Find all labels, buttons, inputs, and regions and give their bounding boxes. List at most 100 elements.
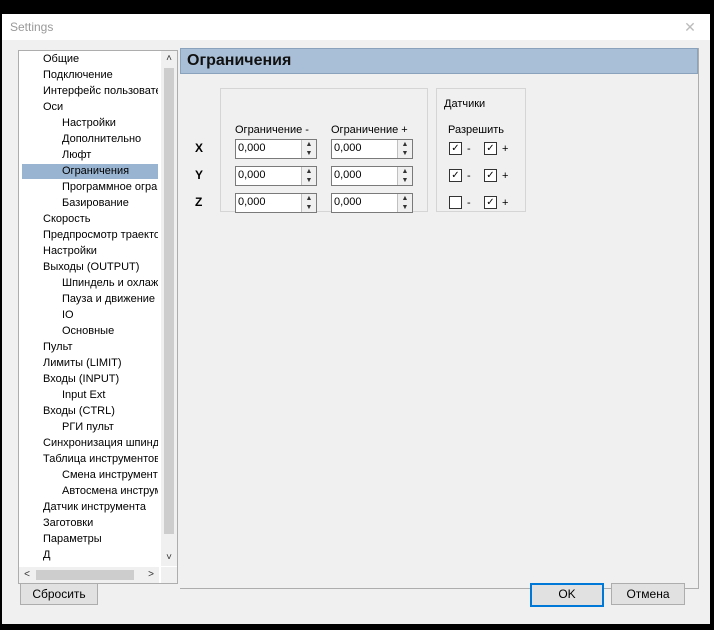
spin-up-icon[interactable]: ▲ <box>302 167 316 176</box>
tree-item[interactable]: Оси <box>21 100 158 115</box>
sensor-plus-checkbox[interactable]: ✓ <box>484 142 497 155</box>
panel-title: Ограничения <box>187 52 292 69</box>
spin-buttons[interactable]: ▲ ▼ <box>397 140 412 158</box>
sensor-minus-label: - <box>467 170 471 182</box>
sensor-plus-checkbox[interactable]: ✓ <box>484 169 497 182</box>
tree-item[interactable]: Общие <box>21 52 158 67</box>
close-icon[interactable]: ✕ <box>682 18 698 36</box>
tree-item[interactable]: Интерфейс пользовате <box>21 84 158 99</box>
tree-item[interactable]: Программное огра <box>22 180 158 195</box>
tree-item[interactable]: Датчик инструмента <box>21 500 158 515</box>
sensors-title: Датчики <box>444 98 486 110</box>
sensor-plus-checkbox[interactable]: ✓ <box>484 196 497 209</box>
settings-window: Settings ✕ Общие Подключение Интерфейс пол… <box>2 14 710 624</box>
limit-max-value[interactable]: 0,000 <box>334 196 362 208</box>
scroll-left-icon[interactable]: < <box>19 567 35 583</box>
limit-min-value[interactable]: 0,000 <box>238 196 266 208</box>
spin-down-icon[interactable]: ▼ <box>302 203 316 212</box>
tree-item[interactable]: Заготовки <box>21 516 158 531</box>
tree-item[interactable]: Настройки <box>21 244 158 259</box>
scrollbar-corner <box>161 567 177 583</box>
tree-item[interactable]: IO <box>22 308 158 323</box>
vertical-scroll-thumb[interactable] <box>164 68 174 534</box>
limit-min-input[interactable]: 0,000 ▲ ▼ <box>235 166 317 186</box>
limit-max-input[interactable]: 0,000 ▲ ▼ <box>331 193 413 213</box>
sensor-minus-label: - <box>467 197 471 209</box>
tree-item[interactable]: Скорость <box>21 212 158 227</box>
tree-item[interactable]: Базирование <box>22 196 158 211</box>
spin-down-icon[interactable]: ▼ <box>398 203 412 212</box>
spin-up-icon[interactable]: ▲ <box>398 140 412 149</box>
tree-vertical-scrollbar[interactable]: ˄ ˅ <box>161 51 177 566</box>
tree-item[interactable]: Настройки <box>22 116 158 131</box>
tree-item[interactable]: Синхронизация шпинде <box>21 436 158 451</box>
axis-label: Y <box>195 168 204 182</box>
tree-item[interactable]: Входы (CTRL) <box>21 404 158 419</box>
spin-buttons[interactable]: ▲ ▼ <box>301 140 316 158</box>
tree-item[interactable]: Основные <box>22 324 158 339</box>
sensor-minus-label: - <box>467 143 471 155</box>
spin-up-icon[interactable]: ▲ <box>398 194 412 203</box>
settings-tree[interactable]: Общие Подключение Интерфейс пользовате Оси Н… <box>18 50 178 584</box>
ok-button[interactable]: OK <box>530 583 604 607</box>
limit-max-header: Ограничение + <box>331 124 408 136</box>
sensor-plus-label: + <box>502 143 509 155</box>
tree-item[interactable]: Входы (INPUT) <box>21 372 158 387</box>
check-icon: ✓ <box>486 143 495 154</box>
sensor-plus-label: + <box>502 197 509 209</box>
spin-up-icon[interactable]: ▲ <box>302 194 316 203</box>
limit-max-value[interactable]: 0,000 <box>334 169 362 181</box>
spin-buttons[interactable]: ▲ ▼ <box>397 194 412 212</box>
limit-min-value[interactable]: 0,000 <box>238 169 266 181</box>
limit-max-input[interactable]: 0,000 ▲ ▼ <box>331 166 413 186</box>
spin-buttons[interactable]: ▲ ▼ <box>301 167 316 185</box>
tree-item[interactable]: Дополнительно <box>22 132 158 147</box>
spin-up-icon[interactable]: ▲ <box>398 167 412 176</box>
tree-item[interactable]: Параметры <box>21 532 158 547</box>
limit-min-header: Ограничение - <box>235 124 309 136</box>
sensor-minus-checkbox[interactable]: ✓ <box>449 142 462 155</box>
sensor-minus-checkbox[interactable]: ✓ <box>449 169 462 182</box>
axis-label: X <box>195 141 204 155</box>
limit-min-value[interactable]: 0,000 <box>238 142 266 154</box>
limit-min-input[interactable]: 0,000 ▲ ▼ <box>235 193 317 213</box>
limit-max-value[interactable]: 0,000 <box>334 142 362 154</box>
tree-item[interactable]: Пауза и движение <box>22 292 158 307</box>
check-icon: ✓ <box>451 143 460 154</box>
spin-up-icon[interactable]: ▲ <box>302 140 316 149</box>
check-icon: ✓ <box>451 170 460 181</box>
tree-item[interactable]: Ограничения <box>22 164 158 179</box>
tree-item[interactable]: Смена инструмента <box>22 468 158 483</box>
tree-item[interactable]: Д <box>21 548 158 563</box>
cancel-button[interactable]: Отмена <box>611 583 685 605</box>
spin-down-icon[interactable]: ▼ <box>302 176 316 185</box>
limit-min-input[interactable]: 0,000 ▲ ▼ <box>235 139 317 159</box>
scroll-right-icon[interactable]: > <box>143 567 159 583</box>
tree-item[interactable]: Пульт <box>21 340 158 355</box>
tree-item[interactable]: Выходы (OUTPUT) <box>21 260 158 275</box>
spin-down-icon[interactable]: ▼ <box>398 149 412 158</box>
tree-item[interactable]: Предпросмотр траекто <box>21 228 158 243</box>
spin-buttons[interactable]: ▲ ▼ <box>301 194 316 212</box>
limits-panel: Ограничения Ограничение - Ограничение + … <box>180 48 699 589</box>
window-title: Settings <box>10 20 54 34</box>
scroll-down-icon[interactable]: ˅ <box>161 550 177 566</box>
tree-item[interactable]: РГИ пульт <box>22 420 158 435</box>
spin-buttons[interactable]: ▲ ▼ <box>397 167 412 185</box>
tree-item[interactable]: Лимиты (LIMIT) <box>21 356 158 371</box>
scroll-up-icon[interactable]: ˄ <box>161 51 177 67</box>
tree-item[interactable]: Люфт <box>22 148 158 163</box>
spin-down-icon[interactable]: ▼ <box>398 176 412 185</box>
spin-down-icon[interactable]: ▼ <box>302 149 316 158</box>
tree-item[interactable]: Input Ext <box>22 388 158 403</box>
limit-max-input[interactable]: 0,000 ▲ ▼ <box>331 139 413 159</box>
tree-horizontal-scrollbar[interactable]: < > <box>19 567 159 583</box>
sensor-minus-checkbox[interactable] <box>449 196 462 209</box>
horizontal-scroll-thumb[interactable] <box>36 570 134 580</box>
tree-item[interactable]: Таблица инструментов <box>21 452 158 467</box>
tree-item[interactable]: Автосмена инструм <box>22 484 158 499</box>
tree-item[interactable]: Подключение <box>21 68 158 83</box>
sensor-plus-label: + <box>502 170 509 182</box>
tree-item[interactable]: Шпиндель и охлажд <box>22 276 158 291</box>
reset-button[interactable]: Сбросить <box>20 583 98 605</box>
